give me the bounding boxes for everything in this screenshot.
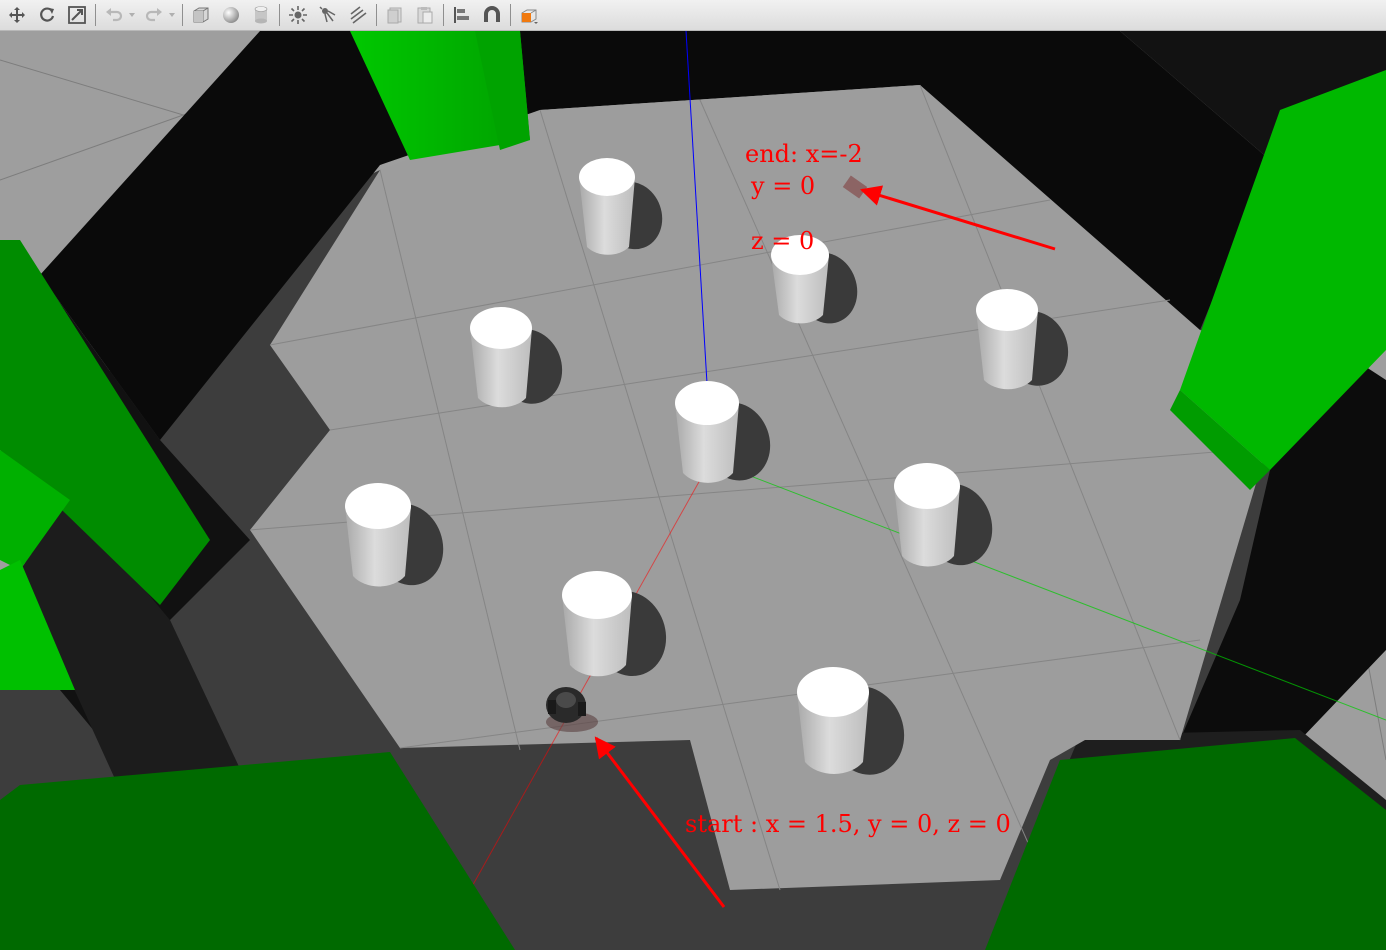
point-light-icon: [289, 6, 307, 24]
sphere-shape-icon: [223, 7, 239, 23]
rotate-mode-button[interactable]: [35, 3, 59, 27]
toolbar-separator: [510, 4, 511, 26]
box-shape-icon: [193, 7, 209, 23]
3d-viewport[interactable]: end: x=-2 y = 0 z = 0 start : x = 1.5, y…: [0, 31, 1386, 950]
spot-light-button[interactable]: [316, 3, 340, 27]
translate-mode-button[interactable]: [5, 3, 29, 27]
redo-button[interactable]: [142, 3, 166, 27]
redo-history-dropdown[interactable]: [167, 3, 177, 27]
undo-history-dropdown[interactable]: [127, 3, 137, 27]
toolbar: [0, 0, 1386, 31]
rotate-icon: [40, 7, 55, 22]
change-view-button[interactable]: [517, 3, 541, 27]
cylinder-shape-icon: [254, 6, 268, 24]
copy-button[interactable]: [383, 3, 407, 27]
insert-box-button[interactable]: [189, 3, 213, 27]
paste-icon: [417, 7, 433, 24]
end-label-z: z = 0: [751, 227, 815, 255]
end-label-x: end: x=-2: [745, 140, 863, 168]
toolbar-separator: [376, 4, 377, 26]
snap-button[interactable]: [480, 3, 504, 27]
directional-light-icon: [350, 6, 367, 24]
scale-icon: [68, 6, 86, 24]
move-icon: [9, 7, 25, 23]
point-light-button[interactable]: [286, 3, 310, 27]
directional-light-button[interactable]: [346, 3, 370, 27]
start-label: start : x = 1.5, y = 0, z = 0: [685, 810, 1011, 838]
toolbar-separator: [443, 4, 444, 26]
toolbar-separator: [95, 4, 96, 26]
undo-icon: [106, 8, 123, 22]
chevron-down-icon: [129, 13, 135, 17]
scale-mode-button[interactable]: [65, 3, 89, 27]
end-label-y: y = 0: [751, 172, 816, 200]
insert-cylinder-button[interactable]: [249, 3, 273, 27]
undo-button[interactable]: [102, 3, 126, 27]
align-icon: [454, 7, 469, 23]
toolbar-separator: [182, 4, 183, 26]
view-cube-icon: [521, 9, 538, 24]
redo-icon: [145, 8, 162, 22]
spot-light-icon: [319, 6, 336, 23]
magnet-icon: [484, 6, 500, 22]
chevron-down-icon: [169, 13, 175, 17]
align-button[interactable]: [450, 3, 474, 27]
paste-button[interactable]: [413, 3, 437, 27]
insert-sphere-button[interactable]: [219, 3, 243, 27]
copy-icon: [387, 7, 402, 24]
toolbar-separator: [279, 4, 280, 26]
